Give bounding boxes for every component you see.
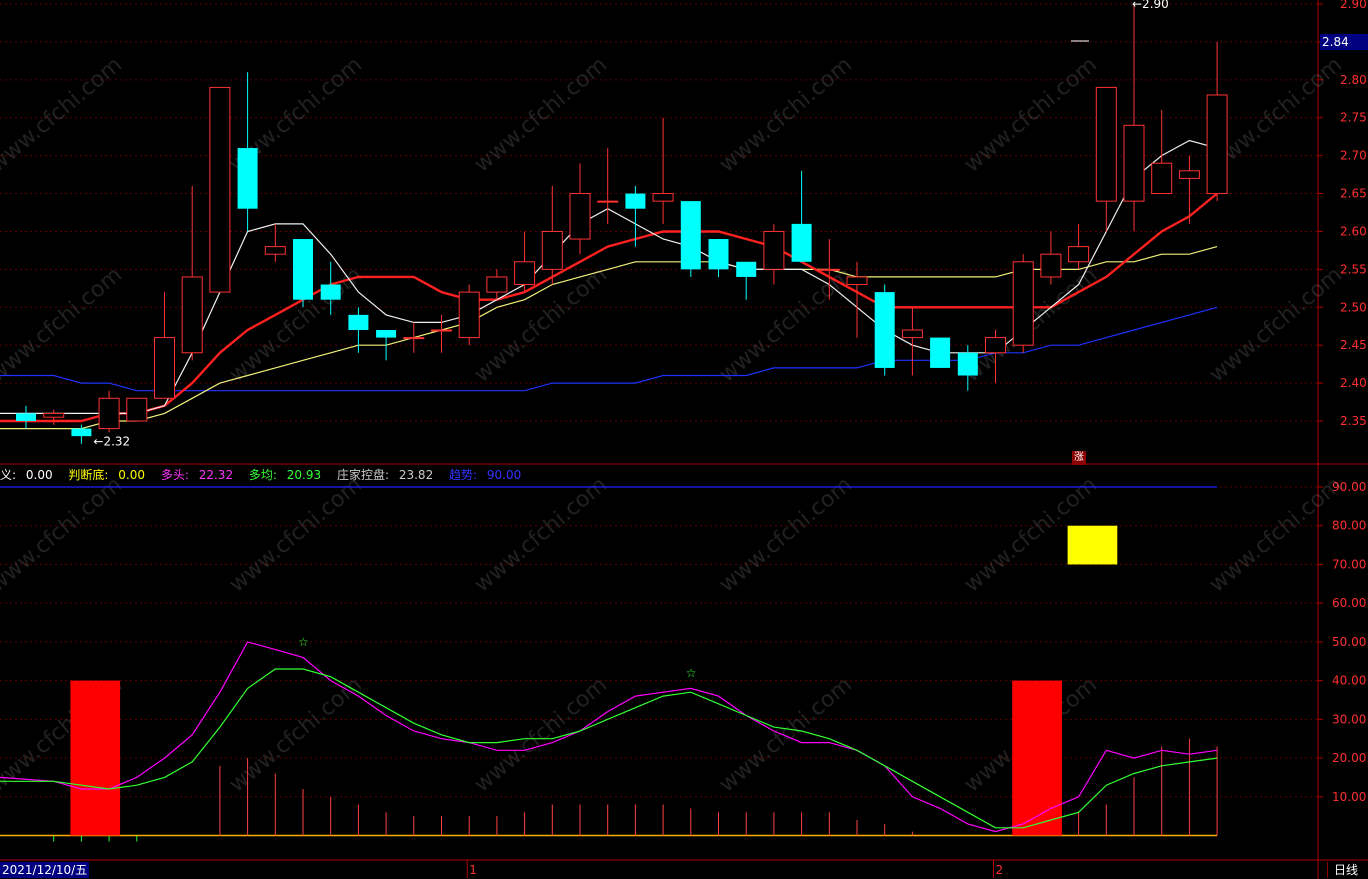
candle-down	[293, 239, 313, 300]
indicator-tick-label: 20.00	[1332, 751, 1366, 765]
watermark-text: www.cfchi.com	[470, 52, 612, 177]
watermark-text: www.cfchi.com	[470, 472, 612, 597]
watermark-text: www.cfchi.com	[0, 52, 127, 177]
candle-up	[126, 397, 148, 422]
price-tick-label: 2.65	[1340, 187, 1367, 201]
candle-down	[957, 352, 978, 376]
candle-down	[320, 284, 341, 300]
price-tick-label: 2.45	[1340, 338, 1367, 352]
candle-up	[901, 329, 923, 339]
candle-down	[625, 193, 646, 209]
indicator-tick-label: 60.00	[1332, 596, 1366, 610]
candle-up	[514, 261, 536, 286]
price-tick-label: 2.70	[1340, 149, 1367, 163]
stock-chart: 2.902.852.802.752.702.652.602.552.502.45…	[0, 0, 1368, 879]
candle-up	[846, 276, 868, 286]
candle-up	[569, 193, 591, 240]
indicator-tick-label: 80.00	[1332, 519, 1366, 533]
candle-up	[1012, 261, 1034, 346]
candle-up	[43, 412, 65, 418]
watermark-text: www.cfchi.com	[715, 472, 857, 597]
high-price-label: ←2.90	[1132, 0, 1169, 11]
price-tick-label: 2.75	[1340, 111, 1367, 125]
candle-up	[264, 246, 286, 255]
last-price-label: 2.84	[1320, 34, 1368, 50]
indicator-tick-label: 40.00	[1332, 674, 1366, 688]
candle-up	[1206, 94, 1228, 195]
candle-up	[486, 276, 508, 293]
yellow-signal-block	[1067, 525, 1118, 565]
price-tick-label: 2.90	[1340, 0, 1367, 11]
candle-up	[1040, 253, 1062, 278]
indicator-legend: 义: 0.00 判断底: 0.00 多头: 22.32 多均: 20.93 庄家…	[0, 466, 533, 483]
indicator-tick-label: 30.00	[1332, 712, 1366, 726]
legend-yi: 义: 0.00	[0, 468, 53, 482]
price-tick-label: 2.55	[1340, 262, 1367, 276]
period-selector[interactable]: 日线	[1326, 862, 1364, 878]
watermark-text: www.cfchi.com	[715, 672, 857, 797]
candle-down	[348, 314, 369, 331]
red-signal-block	[1012, 680, 1062, 836]
candle-up	[818, 268, 840, 271]
star-marker: ☆	[686, 666, 697, 680]
candle-down	[376, 330, 397, 338]
candle-down	[736, 261, 757, 277]
price-tick-label: 2.40	[1340, 376, 1367, 390]
low-price-label: ←2.32	[93, 435, 130, 449]
candle-down	[930, 337, 951, 368]
candle-up	[1151, 162, 1173, 195]
price-tick-label: 2.50	[1340, 300, 1367, 314]
candle-up	[1068, 246, 1090, 263]
candle-up	[985, 337, 1006, 354]
watermark-text: www.cfchi.com	[715, 52, 857, 177]
watermark-text: www.cfchi.com	[1205, 472, 1347, 597]
price-tick-label: 2.60	[1340, 224, 1367, 238]
indicator-tick-label: 70.00	[1332, 557, 1366, 571]
candle-up	[652, 193, 674, 202]
candle-down	[791, 223, 812, 262]
legend-pandiandi: 判断底: 0.00	[68, 468, 146, 482]
candle-up	[209, 86, 231, 293]
cursor-date-label: 2021/12/10/五	[0, 862, 90, 878]
candle-up	[431, 329, 452, 332]
candle-up	[763, 230, 785, 270]
indicator-tick-label: 10.00	[1332, 790, 1366, 804]
candle-up	[541, 230, 563, 270]
red-signal-block	[70, 680, 121, 836]
watermark-text: www.cfchi.com	[470, 672, 612, 797]
candle-up	[1178, 170, 1200, 179]
legend-zhuangjia: 庄家控盘: 23.82	[336, 468, 434, 482]
legend-duotou: 多头: 22.32	[160, 468, 234, 482]
candle-up	[154, 337, 175, 399]
candle-down	[874, 292, 895, 368]
legend-qushi: 趋势: 90.00	[449, 468, 522, 482]
legend-duojun: 多均: 20.93	[248, 468, 322, 482]
watermark-text: www.cfchi.com	[960, 52, 1102, 177]
candle-down	[237, 148, 258, 209]
month-label: 1	[469, 863, 477, 877]
star-marker: ☆	[298, 635, 309, 649]
candle-up	[458, 291, 480, 339]
candle-up	[1123, 124, 1145, 202]
limit-up-badge: 涨	[1072, 451, 1086, 465]
candle-up	[1095, 86, 1117, 202]
candle-up	[403, 337, 425, 340]
candle-down	[680, 201, 701, 270]
candle-down	[71, 428, 92, 437]
candle-down	[16, 413, 36, 421]
month-label: 2	[996, 863, 1004, 877]
price-tick-label: 2.35	[1340, 414, 1367, 428]
candle-up	[181, 276, 203, 354]
indicator-tick-label: 50.00	[1332, 635, 1366, 649]
watermark-text: www.cfchi.com	[0, 262, 127, 387]
candle-up	[98, 397, 120, 430]
candle-down	[708, 239, 729, 270]
candle-up	[597, 200, 619, 203]
watermark-text: www.cfchi.com	[1205, 262, 1347, 387]
watermark-text: www.cfchi.com	[0, 472, 127, 597]
watermark-text: www.cfchi.com	[225, 472, 367, 597]
price-tick-label: 2.80	[1340, 73, 1367, 87]
